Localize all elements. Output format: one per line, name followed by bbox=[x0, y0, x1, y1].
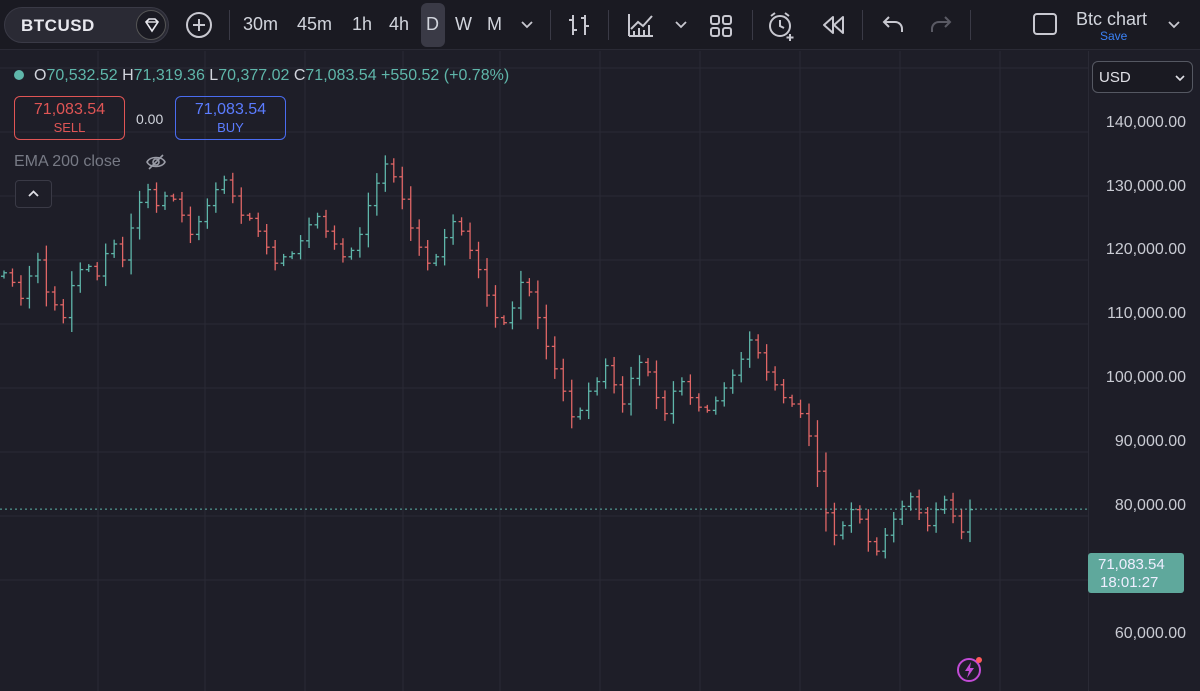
high-label: H bbox=[122, 67, 134, 84]
last-price-tag: 71,083.54 18:01:27 bbox=[1088, 553, 1184, 593]
lightning-icon[interactable] bbox=[956, 655, 984, 683]
chart-pane[interactable] bbox=[0, 51, 1088, 691]
timeframe-4h[interactable]: 4h bbox=[389, 14, 409, 35]
save-link[interactable]: Save bbox=[1100, 29, 1127, 43]
chevron-down-icon[interactable] bbox=[1166, 16, 1182, 37]
low-label: L bbox=[209, 67, 219, 84]
timeframe-45m[interactable]: 45m bbox=[297, 14, 332, 35]
price-tick: 80,000.00 bbox=[1114, 497, 1186, 514]
timeframe-m[interactable]: M bbox=[487, 14, 502, 35]
open-value: 70,532.52 bbox=[46, 67, 118, 84]
divider bbox=[970, 10, 971, 40]
open-label: O bbox=[34, 67, 47, 84]
indicators-icon[interactable] bbox=[626, 11, 656, 44]
ohlc-legend: O70,532.52 H71,319.36 L70,377.02 C71,083… bbox=[14, 67, 509, 85]
alarm-icon[interactable] bbox=[766, 10, 798, 47]
high-value: 71,319.36 bbox=[133, 67, 205, 84]
replay-icon[interactable] bbox=[819, 13, 847, 42]
price-tick: 140,000.00 bbox=[1105, 114, 1186, 131]
timeframe-1h[interactable]: 1h bbox=[352, 14, 372, 35]
spread-value: 0.00 bbox=[136, 111, 164, 127]
redo-icon[interactable] bbox=[928, 12, 954, 43]
currency-select[interactable]: USD bbox=[1092, 61, 1193, 93]
chevron-up-icon bbox=[28, 190, 39, 197]
timeframe-w[interactable]: W bbox=[455, 14, 472, 35]
price-chart[interactable] bbox=[0, 51, 1088, 691]
timeframe-30m[interactable]: 30m bbox=[243, 14, 278, 35]
divider bbox=[862, 10, 863, 40]
symbol-search-button[interactable]: BTCUSD bbox=[4, 7, 169, 43]
low-value: 70,377.02 bbox=[218, 67, 290, 84]
divider bbox=[229, 10, 230, 40]
divider bbox=[550, 10, 551, 40]
indicator-label[interactable]: EMA 200 close bbox=[14, 153, 121, 171]
chart-name[interactable]: Btc chart bbox=[1076, 9, 1147, 30]
symbol-label: BTCUSD bbox=[21, 16, 95, 35]
bar-countdown: 18:01:27 bbox=[1100, 574, 1159, 591]
sell-price: 71,083.54 bbox=[33, 101, 106, 118]
top-toolbar: BTCUSD 30m 45m 1h 4h D W M Btc chart Sav… bbox=[0, 0, 1200, 50]
chevron-down-icon bbox=[1175, 75, 1185, 82]
layout-grid-icon[interactable] bbox=[708, 13, 734, 44]
price-scale[interactable]: 140,000.00 130,000.00 120,000.00 110,000… bbox=[1088, 51, 1200, 691]
market-status-dot bbox=[14, 70, 24, 80]
price-tick: 130,000.00 bbox=[1105, 178, 1186, 195]
close-label: C bbox=[293, 67, 306, 84]
undo-icon[interactable] bbox=[880, 12, 906, 43]
chevron-down-icon[interactable] bbox=[673, 16, 689, 37]
last-price-value: 71,083.54 bbox=[1098, 556, 1165, 573]
timeframe-d[interactable]: D bbox=[426, 14, 439, 35]
change-value: +550.52 (+0.78%) bbox=[381, 67, 510, 84]
buy-label: BUY bbox=[217, 120, 244, 135]
buy-price: 71,083.54 bbox=[194, 101, 267, 118]
add-symbol-icon[interactable] bbox=[186, 12, 212, 38]
close-value: 71,083.54 bbox=[305, 67, 377, 84]
sell-label: SELL bbox=[53, 120, 86, 135]
eye-hidden-icon[interactable] bbox=[145, 153, 167, 176]
price-tick: 120,000.00 bbox=[1105, 241, 1186, 258]
chevron-down-icon[interactable] bbox=[519, 16, 535, 37]
buy-button[interactable]: 71,083.54 BUY bbox=[175, 96, 286, 140]
currency-label: USD bbox=[1099, 69, 1131, 86]
price-tick: 110,000.00 bbox=[1107, 305, 1186, 322]
diamond-icon[interactable] bbox=[136, 10, 166, 40]
select-layout-icon[interactable] bbox=[1033, 13, 1057, 35]
bar-type-icon[interactable] bbox=[566, 12, 592, 43]
price-tick: 90,000.00 bbox=[1114, 433, 1186, 450]
divider bbox=[752, 10, 753, 40]
divider bbox=[608, 10, 609, 40]
sell-button[interactable]: 71,083.54 SELL bbox=[14, 96, 125, 140]
price-tick: 100,000.00 bbox=[1105, 369, 1186, 386]
price-tick: 60,000.00 bbox=[1114, 625, 1186, 642]
collapse-legend-button[interactable] bbox=[15, 180, 52, 208]
